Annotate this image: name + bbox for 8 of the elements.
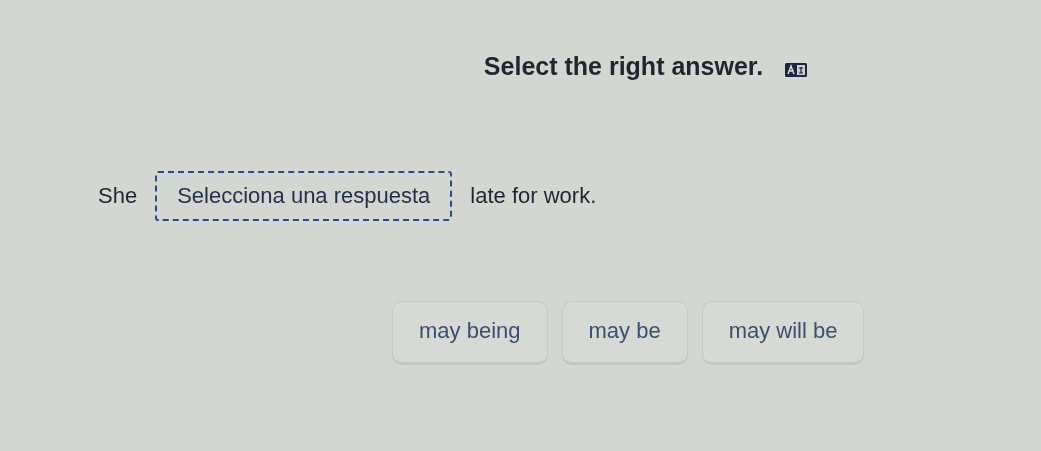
sentence-text: late for work. — [470, 183, 597, 209]
answer-option[interactable]: may will be — [701, 301, 865, 365]
translate-icon[interactable] — [785, 62, 808, 77]
question-prompt: Select the right answer. — [483, 52, 764, 81]
answer-dropdown[interactable]: Selecciona una respuesta — [155, 171, 453, 221]
answer-option[interactable]: may being — [392, 301, 548, 365]
sentence-text: She — [98, 183, 138, 209]
answer-option[interactable]: may be — [561, 301, 688, 365]
